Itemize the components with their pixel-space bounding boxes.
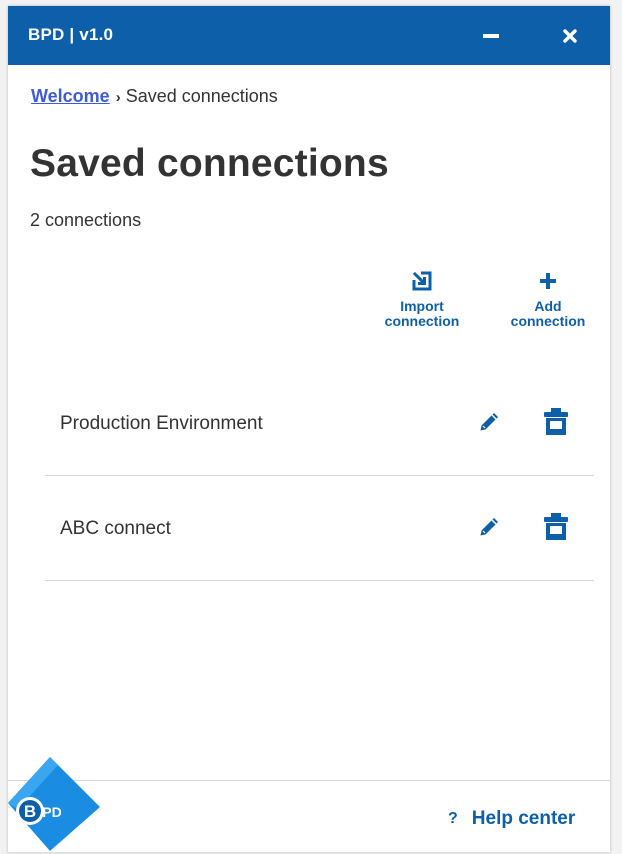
import-connection-label: Import connection	[384, 298, 460, 329]
title-bar: BPD | v1.0	[8, 6, 610, 65]
pencil-icon	[480, 413, 498, 431]
connection-count: 2 connections	[30, 210, 142, 230]
bpd-logo: B PD	[8, 757, 100, 851]
connection-row[interactable]: Production Environment	[45, 371, 594, 476]
svg-text:PD: PD	[42, 804, 61, 820]
connection-row[interactable]: ABC connect	[45, 476, 594, 581]
import-icon	[412, 271, 432, 291]
page-title: Saved connections	[30, 142, 389, 185]
trash-icon	[544, 513, 568, 540]
close-icon	[563, 29, 577, 43]
close-button[interactable]	[550, 16, 590, 56]
help-center-label: Help center	[471, 808, 576, 829]
pencil-icon	[480, 518, 498, 536]
breadcrumb-welcome-link[interactable]: Welcome	[31, 86, 110, 106]
breadcrumb-current: Saved connections	[125, 86, 278, 106]
breadcrumb-separator: ›	[115, 89, 121, 106]
connection-name: ABC connect	[60, 518, 171, 539]
add-connection-label: Add connection	[510, 298, 586, 329]
app-window: BPD | v1.0 Welcome › Saved connections Sav…	[8, 6, 610, 852]
connection-name: Production Environment	[60, 413, 263, 434]
footer: B PD ? Help center	[8, 757, 610, 852]
svg-text:B: B	[24, 802, 36, 821]
breadcrumb: Welcome › Saved connections	[31, 86, 278, 107]
delete-connection-button[interactable]	[539, 405, 573, 439]
minus-icon	[483, 34, 499, 38]
import-connection-button[interactable]: Import connection	[372, 268, 472, 329]
help-icon: ?	[448, 810, 458, 827]
edit-connection-button[interactable]	[472, 405, 506, 439]
minimize-button[interactable]	[471, 16, 511, 56]
trash-icon	[544, 408, 568, 435]
delete-connection-button[interactable]	[539, 510, 573, 544]
edit-connection-button[interactable]	[472, 510, 506, 544]
connection-list: Production Environment ABC connect	[45, 371, 594, 581]
help-center-link[interactable]: ? Help center	[448, 808, 575, 830]
plus-icon	[540, 273, 556, 289]
app-title: BPD | v1.0	[28, 25, 114, 44]
add-connection-button[interactable]: Add connection	[498, 268, 598, 329]
